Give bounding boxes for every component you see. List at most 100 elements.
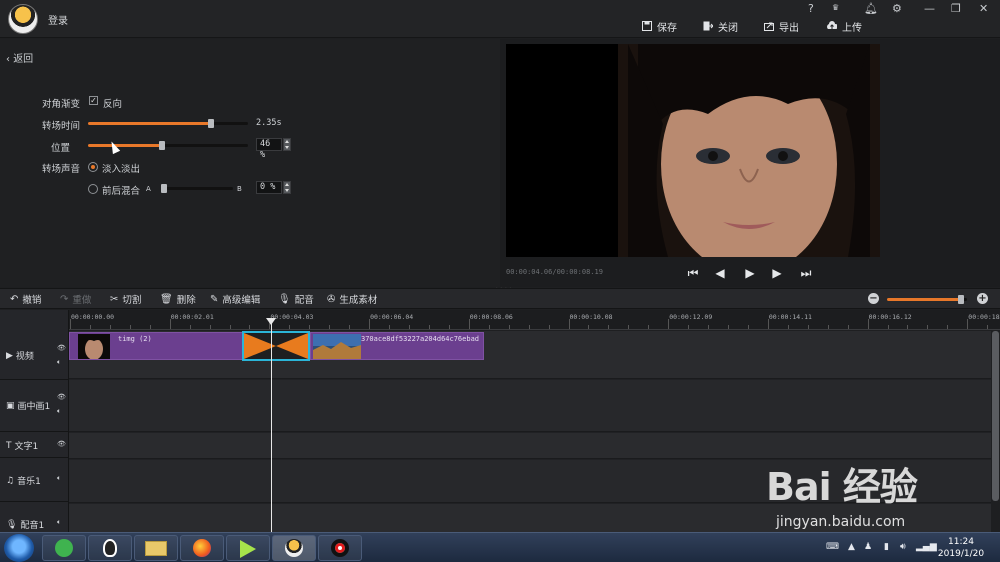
zoom-in-icon[interactable]: + (977, 293, 988, 304)
skip-end-icon[interactable]: ⏭ (799, 266, 813, 280)
taskbar-app-video-editor[interactable] (272, 535, 316, 561)
tray-device-icon[interactable]: ▮ (884, 542, 889, 552)
preview-panel: 00:00:04.06/00:00:08.19 ⏮ ◀︎ ▶ ▶︎ ⏭ (500, 39, 1000, 287)
keyboard-icon[interactable]: ⌨ (826, 542, 839, 552)
position-input[interactable]: 46 % (256, 138, 282, 160)
upload-button[interactable]: 上传 (827, 19, 862, 34)
ruler-minor-tick (987, 325, 989, 329)
zoom-out-icon[interactable]: − (868, 293, 879, 304)
minimize-icon[interactable]: — (924, 2, 935, 15)
redo-button[interactable]: ↷ 重做 (60, 293, 91, 307)
track-header-video[interactable]: ▶ 视频 👁︎ 🔈︎ (0, 331, 69, 380)
speaker-icon[interactable]: 🔈︎ (57, 358, 61, 367)
transition-icon (244, 333, 308, 359)
ruler-minor-tick (129, 325, 131, 329)
delete-button[interactable]: 🗑︎ 删除 (160, 293, 196, 307)
play-icon[interactable]: ▶ (743, 266, 757, 280)
position-spinner[interactable] (283, 138, 291, 151)
help-icon[interactable]: ? (808, 2, 814, 15)
video-clip[interactable]: 370ace8df53227a204d64c76ebad (310, 332, 484, 360)
undo-button[interactable]: ↶ 撤销 (10, 293, 42, 307)
reverse-checkbox[interactable]: ✓ (89, 96, 98, 105)
vip-icon[interactable]: ♛ (832, 3, 839, 12)
ruler-label: 00:00:12.09 (669, 313, 713, 321)
export-button[interactable]: 导出 (764, 19, 799, 34)
undo-label: 撤销 (22, 295, 42, 306)
video-clip[interactable]: timg (2) (69, 332, 243, 360)
taskbar-app-explorer[interactable] (134, 535, 178, 561)
generate-material-button[interactable]: ✇ 生成素材 (327, 293, 377, 307)
system-clock[interactable]: 11:24 2019/1/20 (930, 536, 992, 560)
gear-icon[interactable]: ⚙ (892, 2, 902, 15)
save-button[interactable]: 保存 (642, 19, 677, 34)
ruler-label: 00:00:02.01 (170, 313, 214, 321)
track-header-text[interactable]: T 文字1 👁︎ (0, 432, 69, 458)
playhead[interactable] (271, 318, 272, 532)
clip-label: 370ace8df53227a204d64c76ebad (361, 335, 480, 343)
mix-input[interactable]: 0 % (256, 181, 282, 194)
taskbar-app-firefox[interactable] (180, 535, 224, 561)
close-project-button[interactable]: 关闭 (703, 19, 738, 34)
tray-app-icon[interactable]: ♟ (864, 542, 872, 552)
volume-icon[interactable]: 🔊︎ (900, 542, 906, 552)
title-bar: 登录 ? ♛ 🔔︎ ⚙ — ❐ ✕ 保存 关闭 导出 上传 (0, 0, 1000, 38)
back-button[interactable]: ‹ 返回 (6, 50, 33, 65)
eye-icon[interactable]: 👁︎ (57, 440, 66, 448)
duration-label: 转场时间 (41, 121, 80, 132)
taskbar-app-recorder[interactable] (318, 535, 362, 561)
timeline-ruler[interactable]: 00:00:00.00 00:00:02.01 00:00:04.03 00:00:0… (69, 310, 1000, 330)
fade-radio[interactable] (88, 162, 98, 172)
bell-icon[interactable]: 🔔︎ (864, 2, 878, 15)
mix-radio[interactable] (88, 184, 98, 194)
start-button[interactable] (4, 534, 34, 562)
track-header-pip[interactable]: ▣ 画中画1 👁︎ 🔈︎ (0, 380, 69, 432)
film-reel-icon: ✇ (327, 293, 336, 305)
taskbar-app-qq[interactable] (88, 535, 132, 561)
ruler-minor-tick (887, 325, 889, 329)
duration-slider[interactable] (88, 119, 248, 128)
zoom-slider-handle[interactable] (957, 295, 964, 304)
track-header-dub[interactable]: 🎙︎ 配音1 🔈︎ (0, 502, 69, 532)
video-editor-icon (285, 539, 303, 557)
ruler-minor-tick (309, 325, 311, 329)
restore-icon[interactable]: ❐ (951, 2, 961, 15)
ruler-label: 00:00:10.08 (569, 313, 613, 321)
video-lane[interactable]: timg (2) 370ace8df53227a204d64c76ebad (69, 331, 991, 379)
transition-block[interactable] (242, 331, 310, 361)
taskbar-app-media[interactable] (226, 535, 270, 561)
login-link[interactable]: 登录 (48, 12, 68, 27)
cut-button[interactable]: ✂ 切割 (110, 293, 141, 307)
clip-thumbnail (313, 334, 361, 359)
dub-button[interactable]: 🎙︎ 配音 (278, 293, 314, 307)
track-header-music[interactable]: ♫ 音乐1 🔈︎ (0, 458, 69, 502)
mix-slider[interactable] (161, 184, 233, 193)
advanced-edit-button[interactable]: ✎ 高级编辑 (210, 293, 260, 307)
speaker-icon[interactable]: 🔈︎ (57, 407, 61, 416)
speaker-icon[interactable]: 🔈︎ (57, 518, 61, 527)
mix-spinner[interactable] (283, 181, 291, 194)
tray-arrow-icon[interactable]: ▲ (848, 542, 855, 552)
zoom-slider[interactable] (887, 295, 967, 304)
prev-frame-icon[interactable]: ◀︎ (713, 266, 727, 280)
eye-icon[interactable]: 👁︎ (57, 344, 66, 352)
fade-label: 淡入淡出 (102, 164, 141, 175)
ruler-minor-tick (488, 325, 490, 329)
ruler-minor-tick (747, 325, 749, 329)
mix-slider-handle[interactable] (161, 184, 167, 193)
timeline-vertical-scrollbar[interactable] (992, 331, 999, 501)
eye-icon[interactable]: 👁︎ (57, 393, 66, 401)
ruler-minor-tick (408, 325, 410, 329)
taskbar-app-browser[interactable] (42, 535, 86, 561)
ruler-minor-tick (289, 325, 291, 329)
pip-lane[interactable] (69, 380, 991, 432)
duration-slider-handle[interactable] (208, 119, 215, 128)
save-label: 保存 (657, 22, 677, 34)
browser-icon (55, 539, 73, 557)
skip-start-icon[interactable]: ⏮ (686, 266, 700, 280)
video-preview[interactable] (506, 44, 880, 257)
position-slider-handle[interactable] (158, 141, 165, 150)
next-frame-icon[interactable]: ▶︎ (770, 266, 784, 280)
close-icon[interactable]: ✕ (979, 2, 988, 15)
scissors-icon: ✂ (110, 293, 119, 305)
speaker-icon[interactable]: 🔈︎ (57, 474, 61, 483)
